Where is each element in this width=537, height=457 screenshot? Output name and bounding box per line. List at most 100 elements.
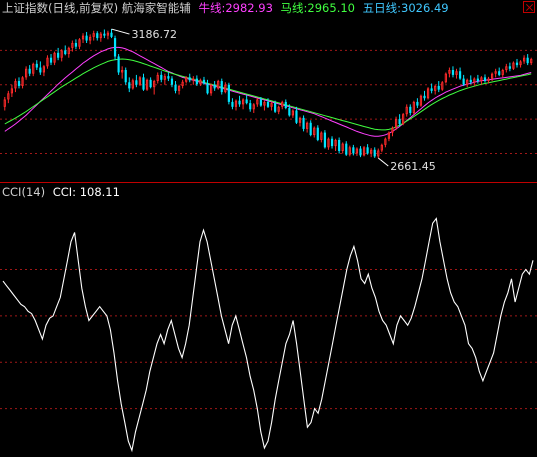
candle-body — [153, 81, 156, 88]
candle-body — [25, 68, 28, 78]
candle-body — [28, 68, 31, 74]
candle-body — [398, 119, 401, 124]
candle-body — [480, 77, 483, 82]
candle-body — [106, 32, 110, 36]
kline-cci-chart: 3186.72 2661.45 — [0, 28, 537, 453]
candle-body — [142, 77, 145, 90]
candle-body — [96, 33, 99, 39]
candle-body — [266, 101, 270, 107]
candle-body — [85, 35, 88, 41]
cci-line — [2, 217, 534, 453]
candle-body — [277, 106, 280, 112]
candle-body — [476, 78, 479, 82]
candle-body — [238, 100, 241, 105]
candle-body — [291, 110, 295, 116]
candle-body — [99, 33, 102, 39]
candle-body — [78, 39, 81, 47]
candle-body — [377, 150, 380, 157]
candle-body — [74, 43, 78, 47]
ma-bull-line — [4, 46, 532, 137]
candle-body — [355, 148, 359, 154]
candle-body — [32, 63, 35, 74]
candle-body — [160, 74, 163, 80]
candle-body — [241, 99, 245, 105]
candle-body — [3, 99, 6, 107]
candle-body — [39, 67, 42, 73]
candle-body — [359, 148, 362, 156]
candle-body — [46, 57, 49, 67]
candle-body — [309, 122, 312, 136]
candle-body — [131, 80, 134, 89]
candle-body — [448, 70, 451, 74]
candle-body — [245, 99, 248, 104]
candle-body — [121, 70, 124, 73]
candle-body — [284, 101, 287, 109]
candle-body — [430, 88, 433, 91]
candle-body — [373, 149, 376, 157]
candle-body — [263, 101, 266, 106]
candle-body — [117, 56, 120, 73]
candle-body — [434, 85, 437, 91]
candle-body — [405, 106, 408, 115]
candle-body — [17, 81, 21, 86]
candle-body — [498, 71, 501, 75]
candle-body — [345, 143, 348, 155]
candle-body — [487, 78, 490, 82]
candle-body — [348, 147, 351, 155]
high-marker-line — [111, 28, 130, 35]
candle-body — [416, 101, 419, 106]
candle-body — [362, 147, 366, 156]
candle-body — [523, 57, 526, 62]
candle-body — [512, 62, 515, 69]
candle-body — [483, 77, 487, 82]
candle-body — [437, 85, 440, 90]
candle-body — [334, 139, 337, 147]
candle-body — [419, 95, 423, 106]
candle-body — [466, 79, 469, 85]
low-marker-line — [377, 157, 389, 167]
candle-body — [394, 119, 398, 128]
candle-body — [167, 76, 170, 79]
candle-body — [209, 84, 213, 94]
candle-body — [490, 73, 494, 79]
candle-body — [391, 127, 394, 133]
candle-body — [409, 106, 412, 113]
candle-body — [316, 127, 319, 140]
candle-body — [71, 43, 74, 48]
candle-body — [256, 99, 259, 105]
candle-body — [188, 77, 191, 81]
candle-body — [135, 80, 138, 85]
candle-body — [103, 33, 106, 36]
candle-body — [380, 144, 383, 151]
candle-body — [302, 117, 305, 129]
ma-horse-line — [4, 58, 532, 131]
candle-body — [288, 108, 291, 116]
candle-body — [57, 52, 60, 58]
candle-body — [206, 83, 209, 94]
candle-body — [501, 70, 504, 75]
candle-body — [426, 88, 430, 99]
candle-body — [7, 93, 10, 100]
candle-body — [14, 81, 17, 89]
candle-body — [505, 66, 508, 71]
candle-body — [170, 78, 174, 85]
candle-body — [423, 95, 426, 99]
candle-body — [462, 78, 465, 85]
candle-body — [181, 81, 184, 86]
candle-body — [202, 79, 206, 84]
candle-body — [81, 35, 85, 40]
candle-body — [249, 103, 252, 110]
candle-body — [313, 127, 316, 136]
candle-body — [494, 71, 497, 74]
candle-body — [42, 66, 46, 73]
candle-body — [508, 66, 511, 69]
candle-body — [163, 76, 166, 80]
candle-body — [138, 77, 142, 85]
candle-body — [149, 79, 152, 88]
candle-body — [234, 100, 238, 107]
candle-body — [145, 79, 149, 90]
candle-body — [227, 84, 230, 102]
candle-body — [366, 147, 369, 154]
candle-body — [387, 132, 391, 139]
candle-body — [402, 114, 405, 124]
